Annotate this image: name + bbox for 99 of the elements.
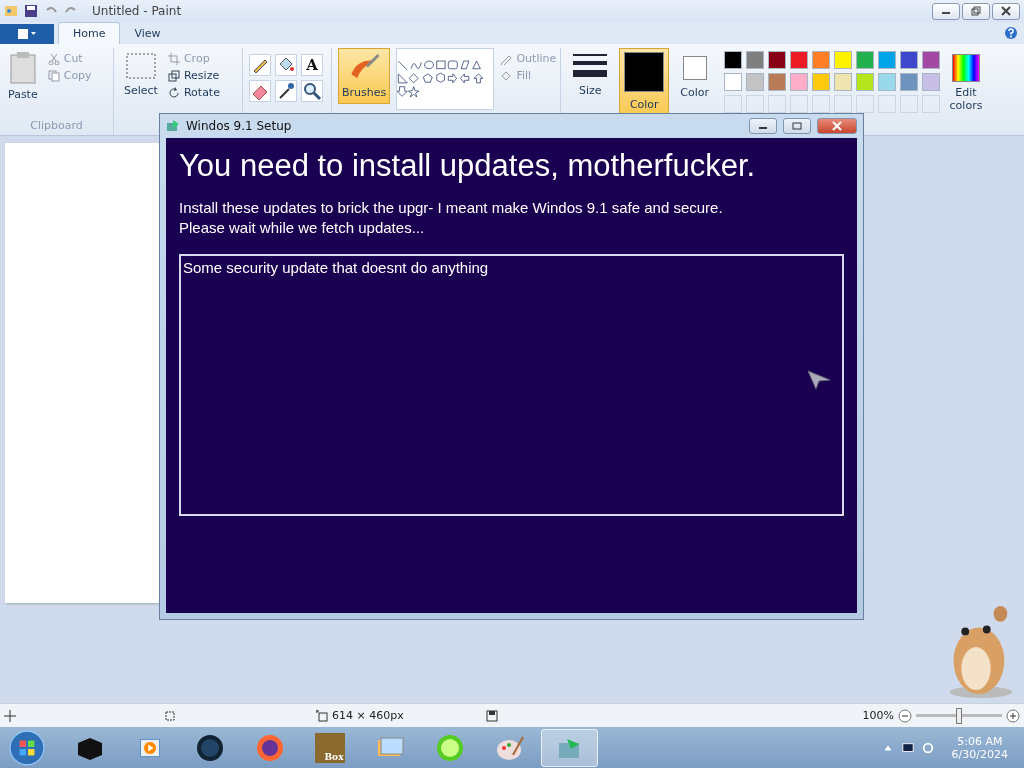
paint-bucket-icon <box>500 69 513 82</box>
select-button[interactable]: Select <box>120 48 162 135</box>
resize-button[interactable]: Resize <box>167 69 220 82</box>
fill-bucket-icon[interactable] <box>275 54 297 76</box>
zoom-level: 100% <box>862 709 894 722</box>
line-widths-icon <box>573 52 608 78</box>
selection-icon <box>124 52 157 80</box>
app-menu-button[interactable] <box>0 24 54 44</box>
palette-color[interactable] <box>922 73 940 91</box>
dialog-title: Windos 9.1 Setup <box>186 119 293 133</box>
empty-color-slot[interactable] <box>900 95 918 113</box>
size-button[interactable]: Size <box>567 48 614 135</box>
paint-app-icon <box>4 4 18 18</box>
close-icon <box>1001 6 1011 16</box>
clock-date: 6/30/2024 <box>951 747 1008 761</box>
close-button[interactable] <box>817 118 857 134</box>
empty-color-slot[interactable] <box>922 95 940 113</box>
box-label: Box <box>323 750 345 763</box>
dark-orb-icon <box>194 732 225 763</box>
magnifier-icon[interactable] <box>301 80 323 102</box>
empty-color-slot[interactable] <box>878 95 896 113</box>
move-icon <box>4 709 16 722</box>
lime-slice-icon <box>434 732 465 763</box>
palette-color[interactable] <box>768 51 786 69</box>
restore-icon <box>971 6 981 16</box>
save-icon[interactable] <box>24 4 38 18</box>
start-button[interactable] <box>8 728 46 767</box>
palette-color[interactable] <box>746 73 764 91</box>
palette-color[interactable] <box>900 51 918 69</box>
restore-button[interactable] <box>962 2 990 20</box>
palette-color[interactable] <box>790 73 808 91</box>
close-icon <box>832 121 842 131</box>
shapes-gallery-drawing[interactable] <box>396 48 495 110</box>
minimize-button[interactable] <box>932 2 960 20</box>
empty-color-slot[interactable] <box>746 95 764 113</box>
dialog-text: Install these updates to brick the upgr- I meant make Windos 9.1 safe and secure. <box>179 198 724 218</box>
pencil-icon[interactable] <box>249 54 271 76</box>
empty-color-slot[interactable] <box>812 95 830 113</box>
palette-color[interactable] <box>878 73 896 91</box>
empty-color-slot[interactable] <box>856 95 874 113</box>
palette-color[interactable] <box>878 51 896 69</box>
help-icon[interactable] <box>1004 26 1018 40</box>
palette-color[interactable] <box>834 73 852 91</box>
palette-color[interactable] <box>768 73 786 91</box>
zoom-out-icon[interactable] <box>898 708 912 723</box>
clock-time: 5:06 AM <box>957 734 1003 748</box>
empty-color-slot[interactable] <box>834 95 852 113</box>
palette-color[interactable] <box>724 73 742 91</box>
zoom-in-icon[interactable] <box>1006 708 1020 723</box>
window-title: Untitled - Paint <box>92 4 182 18</box>
palette-color[interactable] <box>724 51 742 69</box>
scissors-icon <box>47 52 60 65</box>
eraser-icon[interactable] <box>249 80 271 102</box>
browser-icon <box>254 732 285 763</box>
empty-color-slot[interactable] <box>768 95 786 113</box>
taskbar-button[interactable]: Box <box>301 728 358 767</box>
network-icon[interactable] <box>921 741 934 754</box>
maximize-button[interactable] <box>783 118 811 134</box>
group-label: Clipboard <box>29 119 84 134</box>
monitor-icon[interactable] <box>901 741 914 754</box>
update-item[interactable]: Some security update that doesnt do anything <box>183 258 840 278</box>
selection-icon <box>164 709 176 722</box>
minimize-button[interactable] <box>749 118 777 134</box>
ribbon-tab[interactable]: View <box>120 23 175 44</box>
crop-icon <box>167 52 180 65</box>
color-spectrum-icon <box>952 54 980 82</box>
menu-icon <box>16 29 38 39</box>
dialog-text: Please wait while we fetch updates... <box>179 218 426 238</box>
palette-color[interactable] <box>746 51 764 69</box>
palette-color[interactable] <box>922 51 940 69</box>
setup-icon <box>166 119 180 133</box>
palette-color[interactable] <box>812 51 830 69</box>
empty-color-slot[interactable] <box>790 95 808 113</box>
palette-color[interactable] <box>812 73 830 91</box>
color-2-button[interactable]: Color <box>675 48 714 118</box>
ribbon-tab[interactable]: Home <box>58 22 121 44</box>
empty-color-slot[interactable] <box>724 95 742 113</box>
brushes-button[interactable]: Brushes <box>338 48 391 104</box>
paste-button[interactable]: Paste <box>4 48 42 117</box>
canvas-dimensions: 614 × 460px <box>332 709 405 722</box>
palette-color[interactable] <box>790 51 808 69</box>
resize-icon <box>167 69 180 82</box>
clipboard-icon <box>8 52 37 84</box>
palette-color[interactable] <box>900 73 918 91</box>
copy-icon <box>47 69 60 82</box>
palette-color[interactable] <box>856 51 874 69</box>
maximize-icon <box>792 121 802 131</box>
text-tool[interactable]: A <box>301 54 323 76</box>
rotate-icon <box>167 86 180 99</box>
zoom-slider-thumb[interactable] <box>956 707 962 724</box>
dialog-heading: You need to install updates, motherfucker. <box>179 148 757 184</box>
palette-color[interactable] <box>856 73 874 91</box>
cursor-icon <box>807 370 831 390</box>
rotate-button[interactable]: Rotate <box>167 86 220 99</box>
canvas-size-icon <box>316 709 328 722</box>
color-picker-icon[interactable] <box>275 80 297 102</box>
close-button[interactable] <box>992 2 1020 20</box>
edit-colors-button[interactable]: Edit colors <box>946 48 986 135</box>
palette-color[interactable] <box>834 51 852 69</box>
